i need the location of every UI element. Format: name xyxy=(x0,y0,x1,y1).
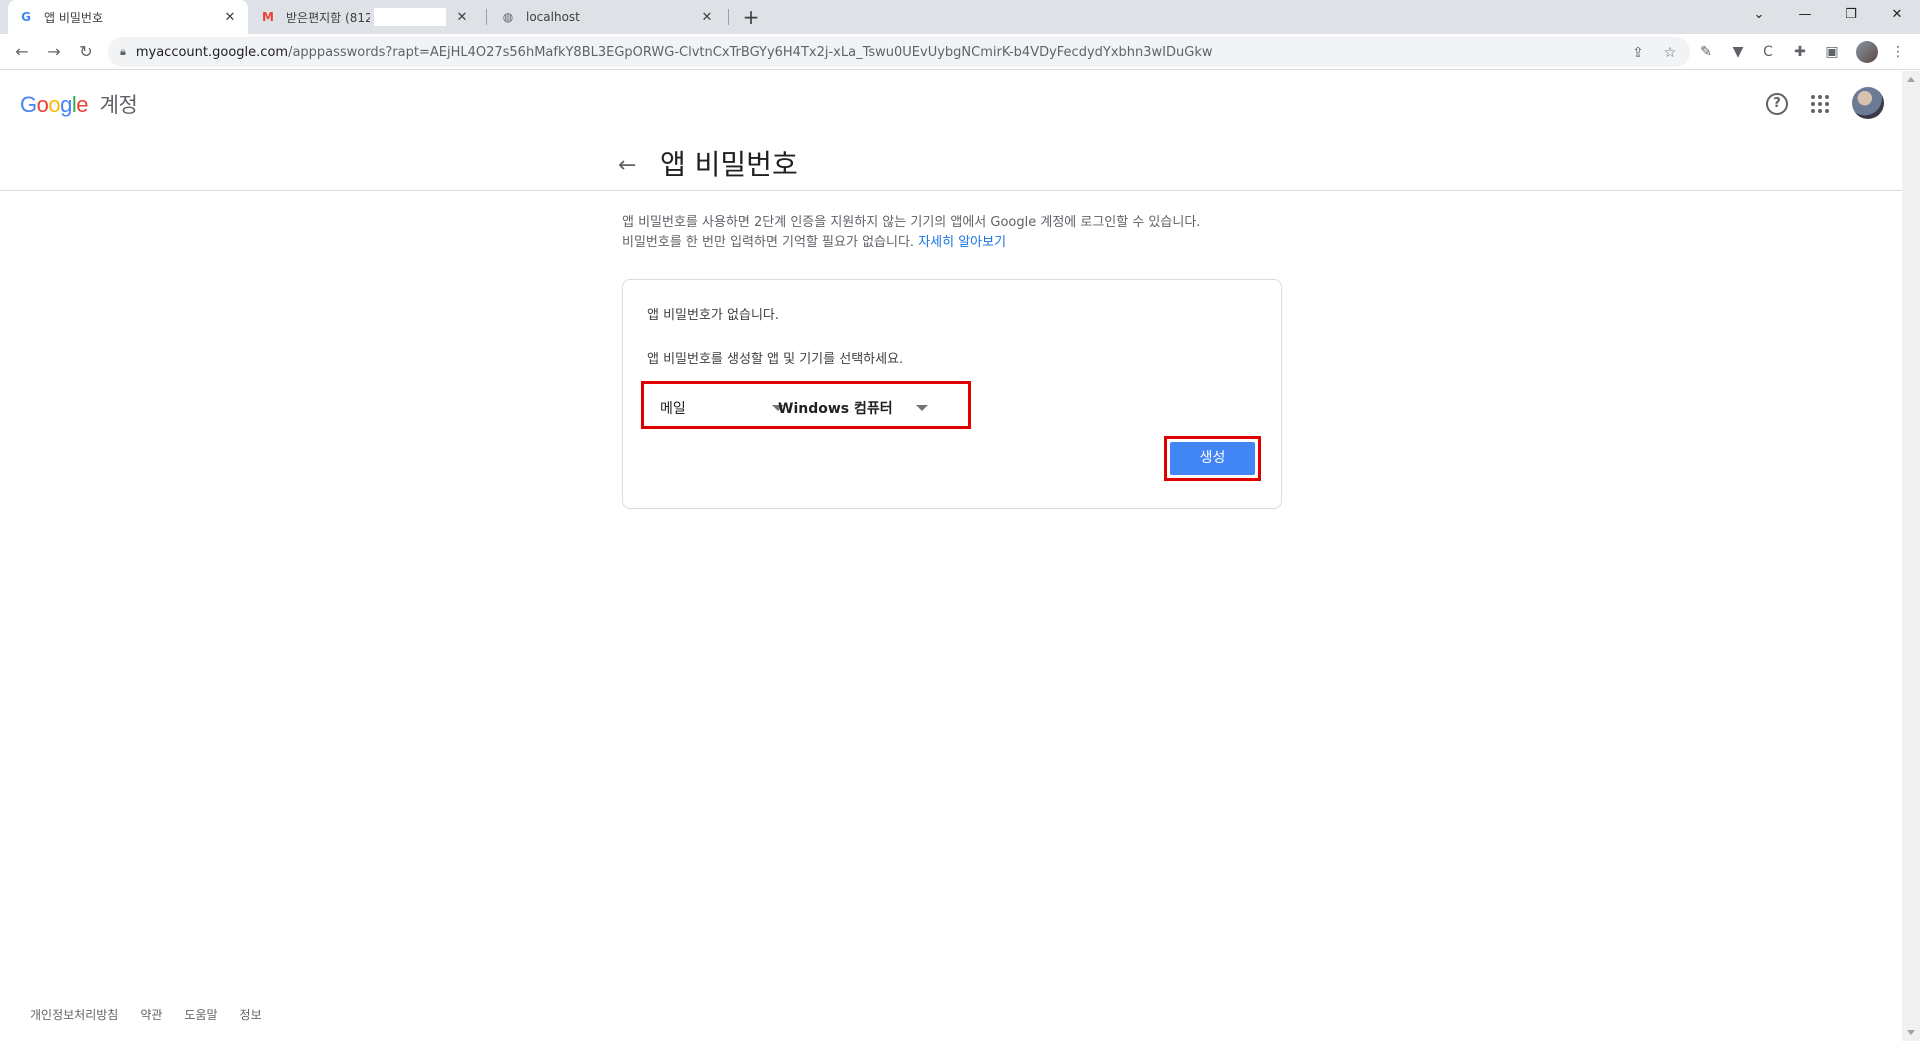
url-path: /apppasswords?rapt=AEjHL4O27s56hMafkY8BL… xyxy=(288,44,1213,60)
vue-extension-icon[interactable]: ▼ xyxy=(1728,42,1748,62)
tab-separator xyxy=(486,9,487,25)
tab-title: localhost xyxy=(526,10,580,24)
google-favicon-icon: G xyxy=(21,10,31,24)
tab-close-icon[interactable]: ✕ xyxy=(699,10,715,25)
privacy-policy-link[interactable]: 개인정보처리방침 xyxy=(30,1006,118,1023)
globe-icon: ◍ xyxy=(502,10,514,24)
help-icon[interactable]: ? xyxy=(1766,93,1788,115)
scroll-up-arrow-icon[interactable] xyxy=(1907,77,1915,82)
reload-button[interactable]: ↻ xyxy=(74,40,98,64)
google-account-logo[interactable]: Google 계정 xyxy=(20,89,138,119)
logo-letter: g xyxy=(60,92,72,117)
no-passwords-message: 앱 비밀번호가 없습니다. xyxy=(647,308,779,323)
generate-button[interactable]: 생성 xyxy=(1170,442,1255,475)
tab-title: 앱 비밀번호 xyxy=(44,10,104,25)
terms-link[interactable]: 약관 xyxy=(140,1006,162,1023)
app-select-value: 메일 xyxy=(660,401,686,417)
app-select-dropdown[interactable]: 메일 xyxy=(660,398,784,418)
share-icon[interactable]: ⇪ xyxy=(1628,43,1648,63)
tab-separator xyxy=(728,9,729,25)
page-description: 앱 비밀번호를 사용하면 2단계 인증을 지원하지 않는 기기의 앱에서 Goo… xyxy=(622,213,1282,253)
back-arrow-icon[interactable]: ← xyxy=(618,153,636,178)
account-avatar[interactable] xyxy=(1852,87,1884,119)
code-extension-icon[interactable]: C xyxy=(1758,42,1778,62)
select-highlight-box: 메일 Windows 컴퓨터 xyxy=(641,381,971,429)
app-password-card: 앱 비밀번호가 없습니다. 앱 비밀번호를 생성할 앱 및 기기를 선택하세요.… xyxy=(622,279,1282,509)
learn-more-link[interactable]: 자세히 알아보기 xyxy=(918,235,1006,250)
device-select-dropdown[interactable]: Windows 컴퓨터 xyxy=(778,398,928,418)
bookmark-star-icon[interactable]: ☆ xyxy=(1660,43,1680,63)
device-select-value: Windows 컴퓨터 xyxy=(778,401,893,417)
menu-kebab-icon[interactable]: ⋮ xyxy=(1888,42,1908,62)
close-window-button[interactable]: ✕ xyxy=(1874,0,1920,30)
logo-letter: e xyxy=(76,92,89,117)
dropdown-caret-icon xyxy=(916,405,928,411)
minimize-button[interactable]: — xyxy=(1782,0,1828,30)
google-apps-icon[interactable] xyxy=(1811,95,1829,113)
restore-button[interactable]: ❐ xyxy=(1828,0,1874,30)
lock-icon: 🔒︎ xyxy=(120,45,126,58)
account-header: Google 계정 ? ← 앱 비밀번호 xyxy=(0,71,1902,191)
browser-toolbar: ← → ↻ 🔒︎ myaccount.google.com /apppasswo… xyxy=(0,34,1920,70)
logo-letter: G xyxy=(20,92,37,117)
url-host: myaccount.google.com xyxy=(135,44,289,60)
description-line: 앱 비밀번호를 사용하면 2단계 인증을 지원하지 않는 기기의 앱에서 Goo… xyxy=(622,215,1201,230)
browser-profile-avatar[interactable] xyxy=(1856,41,1878,63)
description-line-2: 비밀번호를 한 번만 입력하면 기억할 필요가 없습니다. 자세히 알아보기 xyxy=(622,233,1282,253)
tab-localhost[interactable]: ◍ localhost ✕ xyxy=(490,0,725,34)
extensions-puzzle-icon[interactable]: ✚ xyxy=(1790,42,1810,62)
eyedropper-extension-icon[interactable]: ✎ xyxy=(1696,42,1716,62)
back-button[interactable]: ← xyxy=(10,40,34,64)
forward-button[interactable]: → xyxy=(42,40,66,64)
help-link[interactable]: 도움말 xyxy=(184,1006,217,1023)
tab-close-icon[interactable]: ✕ xyxy=(454,10,470,25)
page-content: Google 계정 ? ← 앱 비밀번호 앱 비밀번호를 사용하면 2단계 인증… xyxy=(0,71,1902,1041)
side-panel-icon[interactable]: ▣ xyxy=(1822,42,1842,62)
tab-search-chevron-icon[interactable]: ⌄ xyxy=(1736,0,1782,30)
redacted-block xyxy=(374,8,446,26)
logo-letter: o xyxy=(48,92,61,117)
about-link[interactable]: 정보 xyxy=(240,1006,262,1023)
account-label: 계정 xyxy=(99,94,138,117)
gmail-favicon-icon: M xyxy=(262,10,274,24)
tab-title: 받은편지함 (812) - xyxy=(286,10,370,25)
address-bar[interactable]: 🔒︎ myaccount.google.com /apppasswords?ra… xyxy=(108,37,1690,67)
generate-highlight-box: 생성 xyxy=(1164,436,1261,481)
page-title: 앱 비밀번호 xyxy=(660,148,798,181)
page-scrollbar[interactable] xyxy=(1902,71,1920,1041)
logo-letter: o xyxy=(36,92,49,117)
description-text: 비밀번호를 한 번만 입력하면 기억할 필요가 없습니다. xyxy=(622,235,915,250)
footer-links: 개인정보처리방침 약관 도움말 정보 xyxy=(30,1006,262,1023)
browser-tab-bar: G 앱 비밀번호 ✕ M 받은편지함 (812) - ✕ ◍ localhost… xyxy=(0,0,1920,34)
scroll-down-arrow-icon[interactable] xyxy=(1907,1030,1915,1035)
tab-close-icon[interactable]: ✕ xyxy=(222,10,238,25)
select-instruction: 앱 비밀번호를 생성할 앱 및 기기를 선택하세요. xyxy=(647,352,904,367)
tab-app-passwords[interactable]: G 앱 비밀번호 ✕ xyxy=(8,0,248,34)
tab-gmail-inbox[interactable]: M 받은편지함 (812) - ✕ xyxy=(250,0,480,34)
new-tab-button[interactable]: + xyxy=(738,4,764,30)
